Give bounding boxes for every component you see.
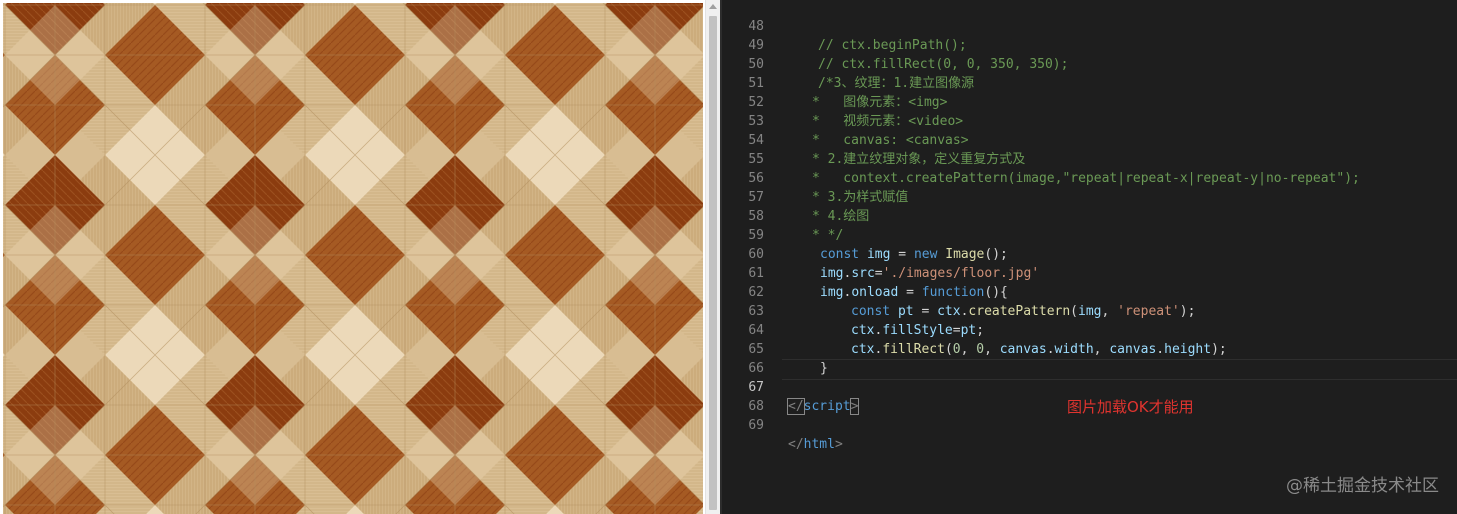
tag-name: html bbox=[803, 437, 835, 452]
scroll-thumb[interactable] bbox=[709, 16, 717, 510]
code-line-60[interactable]: 60 img.src='./images/floor.jpg' bbox=[722, 226, 1457, 281]
code-line-66[interactable]: 66 bbox=[722, 340, 1457, 376]
preview-scrollbar[interactable] bbox=[705, 0, 720, 514]
code-line-56[interactable]: 56 * 3.为样式赋值 bbox=[722, 150, 1457, 205]
code-editor[interactable]: 48 // ctx.beginPath(); 49 // ctx.fillRec… bbox=[720, 0, 1457, 514]
code-line-54[interactable]: 54 * 2.建立纹理对象，定义重复方式及 bbox=[722, 112, 1457, 167]
canvas-pattern bbox=[3, 3, 703, 514]
line-number: 69 bbox=[748, 418, 764, 433]
code-line-57[interactable]: 57 * 4.绘图 bbox=[722, 169, 1457, 224]
browser-preview bbox=[0, 0, 705, 514]
annotation-text: 图片加载OK才能用 bbox=[1067, 398, 1194, 416]
code-line-65[interactable]: 65 } bbox=[722, 321, 1457, 376]
code-line-68[interactable]: 68 bbox=[722, 378, 1457, 414]
tag-bracket: </ bbox=[788, 437, 804, 452]
code-line-64[interactable]: 64 ctx.fillRect(0, 0, canvas.width, canv… bbox=[722, 302, 1457, 357]
watermark: @稀土掘金技术社区 bbox=[1286, 476, 1439, 496]
parquet-canvas bbox=[3, 3, 703, 514]
code-line-48[interactable]: 48 // ctx.beginPath(); bbox=[722, 0, 1457, 53]
code-line-53[interactable]: 53 * canvas: <canvas> bbox=[722, 93, 1457, 148]
code-line-62[interactable]: 62 const pt = ctx.createPattern(img, 're… bbox=[722, 264, 1457, 319]
code-line-59[interactable]: 59 const img = new Image(); bbox=[722, 207, 1457, 262]
code-line-50[interactable]: 50 /*3、纹理：1.建立图像源 bbox=[722, 36, 1457, 91]
code-line-52[interactable]: 52 * 视频元素：<video> bbox=[722, 74, 1457, 129]
code-line-67[interactable]: 67 </script> bbox=[722, 359, 1457, 415]
canvas-fill bbox=[3, 3, 703, 514]
code-line-63[interactable]: 63 ctx.fillStyle=pt; bbox=[722, 283, 1457, 338]
code-line-61[interactable]: 61 img.onload = function(){ bbox=[722, 245, 1457, 300]
code-line-58[interactable]: 58 * */ bbox=[722, 188, 1457, 243]
scroll-up-icon[interactable] bbox=[709, 4, 717, 9]
code-line-49[interactable]: 49 // ctx.fillRect(0, 0, 350, 350); bbox=[722, 17, 1457, 72]
tag-bracket: > bbox=[834, 437, 843, 452]
code-line-55[interactable]: 55 * context.createPattern(image,"repeat… bbox=[722, 131, 1457, 186]
code-line-51[interactable]: 51 * 图像元素：<img> bbox=[722, 55, 1457, 110]
